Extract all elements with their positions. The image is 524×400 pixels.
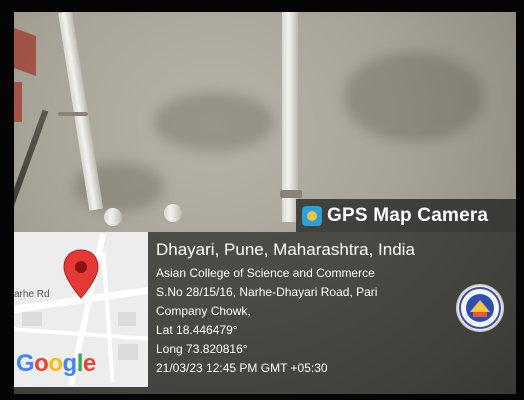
pipe-clamp [280, 190, 302, 198]
map-block [118, 312, 136, 326]
address-line: Company Chowk, [156, 304, 251, 318]
google-letter: G [16, 350, 35, 377]
red-paint-mark [14, 27, 36, 77]
pipe-outlet [164, 204, 182, 222]
college-emblem-graphic [459, 287, 501, 329]
red-paint-mark [14, 82, 22, 122]
map-block [22, 312, 42, 326]
address-line: Asian College of Science and Commerce [156, 266, 375, 280]
map-road-label: arhe Rd [14, 289, 50, 300]
pipe-clamp [58, 112, 88, 116]
wall-shadow [14, 109, 49, 225]
google-letter: o [34, 350, 49, 377]
address-line: S.No 28/15/16, Narhe-Dhayari Road, Pari [156, 285, 378, 299]
gps-map-camera-icon [302, 205, 322, 226]
google-letter: g [62, 350, 78, 377]
timestamp: 21/03/23 12:45 PM GMT +05:30 [156, 361, 328, 375]
location-details: Dhayari, Pune, Maharashtra, India Asian … [156, 240, 456, 378]
app-title: GPS Map Camera [327, 204, 489, 226]
map-block [118, 344, 138, 360]
wall-stain [154, 92, 274, 152]
google-letter: o [48, 350, 63, 377]
college-emblem-icon [458, 286, 502, 330]
google-logo: Google [16, 350, 96, 378]
longitude: Long 73.820816° [156, 342, 248, 356]
map-pin-icon [63, 249, 99, 299]
map-thumbnail: arhe Rd Google [14, 232, 148, 387]
pipe-outlet [104, 208, 122, 226]
latitude: Lat 18.446479° [156, 323, 238, 337]
gps-map-camera-header: GPS Map Camera [296, 199, 516, 232]
city-line: Dhayari, Pune, Maharashtra, India [156, 240, 415, 259]
wall-stain [344, 52, 484, 142]
google-logo-text: Google [16, 350, 96, 377]
photo-frame: GPS Map Camera arhe Rd Google Dhayari, P… [0, 0, 524, 400]
google-letter: e [82, 350, 96, 377]
